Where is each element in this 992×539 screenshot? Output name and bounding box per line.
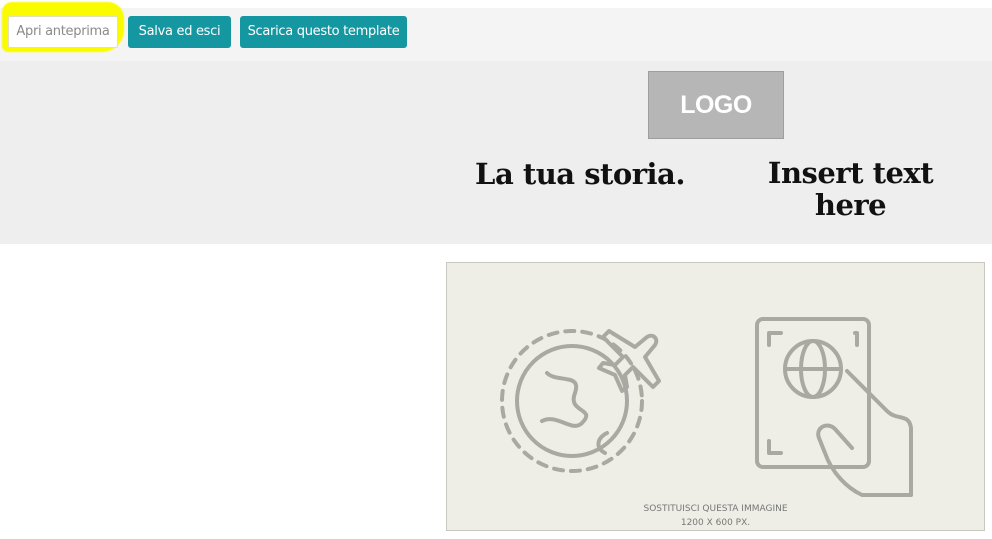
insert-text-line-1: Insert text (767, 156, 934, 190)
image-placeholder[interactable]: SOSTITUISCI QUESTA IMMAGINE 1200 X 600 P… (446, 262, 985, 531)
insert-text-line-2: here (814, 188, 887, 222)
story-heading[interactable]: La tua storia. (450, 157, 710, 191)
download-template-button[interactable]: Scarica questo template (240, 16, 407, 48)
logo-placeholder[interactable]: LOGO (648, 71, 784, 139)
open-preview-button[interactable]: Apri anteprima (8, 16, 118, 48)
passport-hand-icon (755, 317, 913, 497)
save-and-exit-button[interactable]: Salva ed esci (128, 16, 231, 48)
globe-airplane-icon (500, 329, 661, 473)
placeholder-caption: SOSTITUISCI QUESTA IMMAGINE (643, 504, 788, 514)
placeholder-illustration (500, 317, 913, 497)
insert-text-heading[interactable]: Insert text here (748, 157, 953, 221)
placeholder-size: 1200 X 600 PX. (680, 518, 751, 528)
